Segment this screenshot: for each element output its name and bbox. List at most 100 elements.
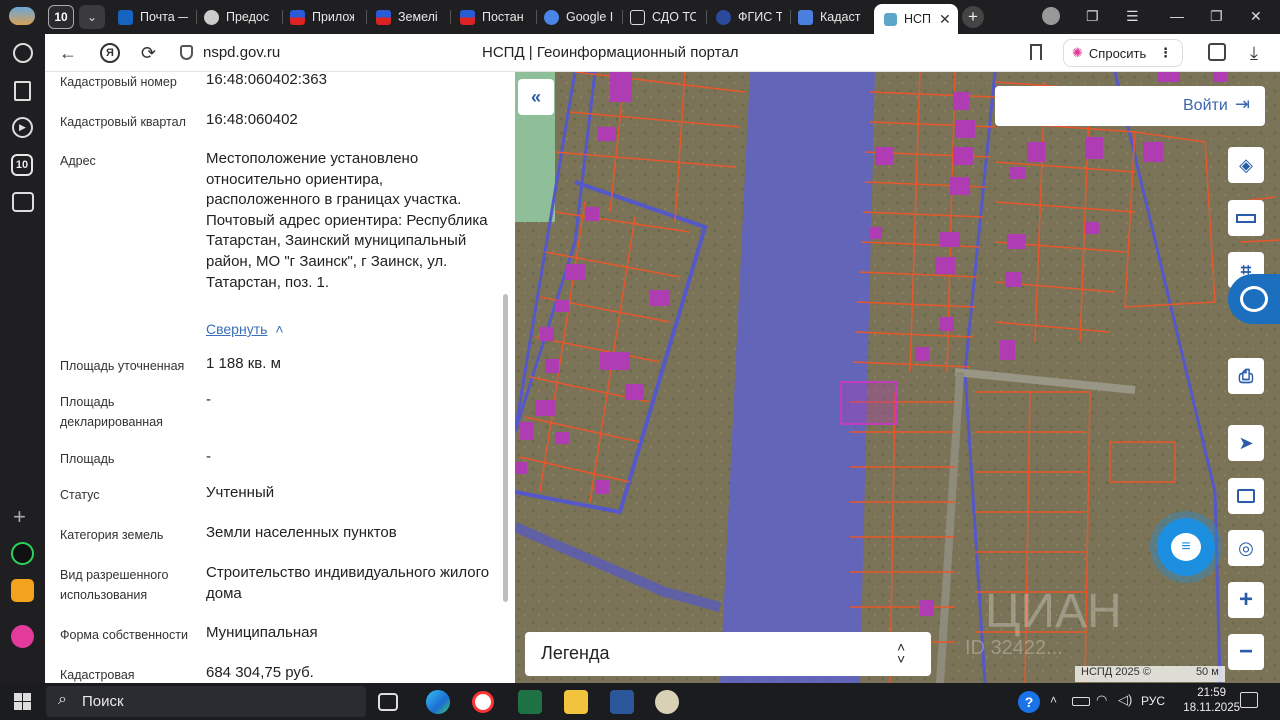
yandex-icon[interactable]: Я: [100, 43, 120, 63]
location-pin-icon: ◎: [1238, 537, 1254, 558]
map-view[interactable]: ЦИАН ID 32422... « Войти ⇥ ◈ ⌗ ⎙ ➤ ◎ ≡ + …: [515, 72, 1280, 683]
profile-avatar[interactable]: [1042, 7, 1060, 25]
restore-icon[interactable]: ❐: [1210, 8, 1223, 25]
zoom-in-button[interactable]: +: [1228, 582, 1264, 618]
add-panel-icon[interactable]: +: [13, 504, 26, 530]
reload-icon[interactable]: ⟳: [141, 43, 156, 64]
alice-app-icon[interactable]: [11, 542, 34, 565]
tab-kadastr[interactable]: Кадаст: [798, 4, 868, 30]
zoom-out-button[interactable]: −: [1228, 634, 1264, 670]
language-indicator[interactable]: РУС: [1141, 694, 1165, 708]
scale-text: 50 м: [1195, 666, 1219, 678]
tab-label: Земелі: [398, 10, 438, 24]
tab-pochta[interactable]: Почта —: [118, 4, 188, 30]
cadastral-quarter-value[interactable]: 16:48:060402: [206, 110, 491, 131]
play-icon[interactable]: ▶: [12, 117, 33, 138]
tab-separator: [196, 10, 197, 24]
status-value: Учтенный: [206, 484, 275, 501]
collections-icon[interactable]: ❐: [1086, 8, 1099, 25]
tab-label: Google I: [566, 10, 614, 24]
word-icon[interactable]: [610, 690, 634, 714]
edge-browser-icon[interactable]: [426, 690, 450, 714]
tab-google[interactable]: Google I: [544, 4, 614, 30]
selected-parcel[interactable]: [840, 381, 897, 425]
print-button[interactable]: ⎙: [1228, 358, 1264, 394]
chevron-up-icon: ˄: [275, 321, 284, 337]
tab-predos[interactable]: Предос: [204, 4, 274, 30]
panel-scrollbar[interactable]: [503, 294, 508, 602]
notification-icon[interactable]: [1240, 692, 1258, 708]
satellite-background: [515, 72, 1280, 683]
battery-icon: [1072, 697, 1090, 706]
system-clock[interactable]: 21:59 18.11.2025: [1183, 686, 1240, 716]
field-label: Кадастровый квартал: [60, 115, 186, 129]
screenshot-icon[interactable]: [12, 192, 34, 212]
map-mode-button[interactable]: [1228, 478, 1264, 514]
tab-label: НСП: [904, 12, 932, 26]
alice-icon: ✺: [1072, 45, 1083, 60]
paint-icon[interactable]: [655, 690, 679, 714]
close-tab-icon[interactable]: ✕: [939, 11, 951, 28]
tab-sdo[interactable]: СДО ТО: [630, 4, 696, 30]
tab-nspd-active[interactable]: НСП ✕: [874, 4, 958, 34]
windows-taskbar: ⌕ Поиск ? ˄ ◠ ◁) РУС 21:59 18.11.2025: [0, 683, 1280, 720]
ruler-button[interactable]: [1228, 200, 1264, 236]
layers-button[interactable]: ◈: [1228, 147, 1264, 183]
legend-panel[interactable]: Легенда ˄ ˅: [525, 632, 931, 676]
documents-icon[interactable]: [14, 81, 31, 101]
chat-button[interactable]: ≡: [1157, 518, 1215, 576]
area-refined-value: 1 188 кв. м: [206, 355, 281, 372]
task-view-icon[interactable]: [378, 693, 398, 711]
taskbar-search[interactable]: ⌕ Поиск: [46, 686, 366, 717]
tab-zemel[interactable]: Земелі: [376, 4, 440, 30]
quick-info-button[interactable]: [1228, 274, 1280, 324]
ask-button[interactable]: ✺ Спросить ⋮: [1063, 39, 1183, 67]
login-button[interactable]: Войти ⇥: [995, 86, 1265, 126]
volume-icon[interactable]: ◁): [1118, 692, 1132, 708]
history-icon[interactable]: [13, 43, 33, 63]
bookmark-icon[interactable]: [1030, 44, 1042, 60]
messenger-app-icon[interactable]: [11, 625, 34, 648]
menu-icon[interactable]: ☰: [1126, 8, 1139, 25]
more-icon[interactable]: ⋮: [1159, 45, 1172, 61]
download-icon[interactable]: ⤓: [1250, 43, 1258, 64]
url-text[interactable]: nspd.gov.ru: [203, 44, 280, 61]
tab-fgis[interactable]: ФГИС Т: [716, 4, 782, 30]
excel-icon[interactable]: [518, 690, 542, 714]
minimize-icon[interactable]: —: [1170, 8, 1184, 24]
yandex-browser-icon[interactable]: [472, 691, 494, 713]
cadastral-number-value[interactable]: 16:48:060402:363: [206, 72, 491, 91]
tab-count-badge[interactable]: 10: [48, 5, 74, 29]
mail-app-icon[interactable]: [11, 579, 34, 602]
tabs-count-icon[interactable]: 10: [11, 154, 33, 176]
tab-postan[interactable]: Постан: [460, 4, 526, 30]
printer-icon: ⎙: [1238, 365, 1254, 386]
wifi-icon[interactable]: ◠: [1096, 692, 1107, 708]
clock-date: 18.11.2025: [1183, 702, 1240, 714]
collapse-link[interactable]: Свернуть ˄: [206, 321, 284, 337]
page-title: НСПД | Геоинформационный портал: [482, 44, 739, 61]
back-arrow-icon[interactable]: ←: [59, 43, 77, 64]
browser-tab-bar: 10 ⌄ Почта — Предос Прилож Земелі Постан…: [0, 0, 1280, 34]
close-window-icon[interactable]: ✕: [1250, 8, 1262, 25]
help-icon[interactable]: ?: [1018, 691, 1040, 713]
map-watermark: ЦИАН: [985, 585, 1122, 638]
location-search-button[interactable]: ◎: [1228, 530, 1264, 566]
tab-prilozh[interactable]: Прилож: [290, 4, 354, 30]
new-tab-button[interactable]: +: [962, 6, 984, 28]
collapse-panel-button[interactable]: «: [518, 79, 554, 115]
browser-sidebar: ▶ 10 +: [0, 34, 45, 683]
geolocation-button[interactable]: ➤: [1228, 425, 1264, 461]
browser-logo-icon[interactable]: [9, 7, 35, 25]
windows-start-icon[interactable]: [14, 693, 31, 710]
file-explorer-icon[interactable]: [564, 690, 588, 714]
area-value: -: [206, 448, 211, 465]
kadastr-icon: [798, 9, 813, 25]
tabs-dropdown-button[interactable]: ⌄: [79, 5, 105, 29]
collections-icon[interactable]: [1208, 43, 1226, 61]
google-icon: [544, 9, 559, 25]
shield-icon[interactable]: [180, 45, 193, 60]
tab-label: Почта —: [140, 10, 188, 24]
map-canvas[interactable]: ЦИАН ID 32422...: [515, 72, 1280, 683]
tray-chevron-up-icon[interactable]: ˄: [1050, 693, 1057, 707]
